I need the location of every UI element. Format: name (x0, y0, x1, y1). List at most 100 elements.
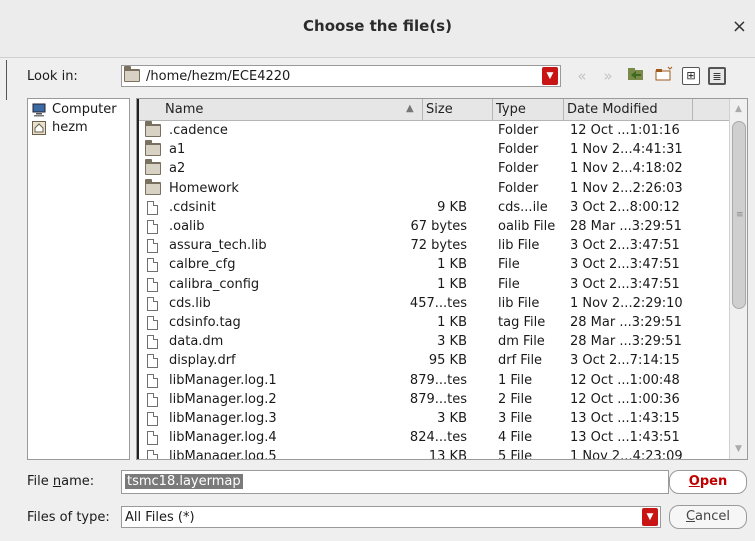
parent-folder-icon[interactable] (626, 66, 646, 86)
file-name-label: File name: (27, 474, 95, 489)
file-name: a1 (169, 142, 186, 158)
file-icon (145, 220, 161, 234)
file-icon (145, 450, 161, 459)
file-row[interactable]: calibra_config 1 KB File 3 Oct 2...3:47:51 (139, 276, 729, 295)
file-type: 3 File (498, 411, 533, 426)
grid-view-icon[interactable]: ⊞ (682, 67, 700, 85)
chevron-down-icon[interactable]: ▼ (542, 67, 558, 85)
file-name: .cdsinit (169, 199, 216, 215)
file-size: 67 bytes (410, 219, 468, 234)
detail-view-icon[interactable]: ≣ (708, 67, 726, 85)
vertical-scrollbar[interactable]: ▲ ≡ ▼ (729, 99, 747, 459)
file-date-modified: 3 Oct 2...3:47:51 (570, 276, 680, 292)
file-row[interactable]: libManager.log.4 824...tes 4 File 13 Oct ..… (139, 429, 729, 448)
places-sidebar: Computer hezm (27, 98, 130, 460)
file-type: 1 File (498, 372, 533, 388)
scroll-down-icon[interactable]: ▼ (732, 444, 745, 454)
file-name: calibra_config (169, 276, 260, 292)
file-date-modified: 28 Mar ...3:29:51 (570, 219, 682, 234)
home-icon (32, 121, 46, 135)
file-icon (145, 392, 161, 407)
file-type: 5 File (498, 449, 533, 460)
file-row[interactable]: cdsinfo.tag 1 KB tag File 28 Mar ...3:29:51 (139, 314, 729, 333)
file-row[interactable]: libManager.log.3 3 KB 3 File 13 Oct ...1:43… (139, 410, 729, 429)
file-icon (145, 258, 161, 273)
column-header: Name ▲ Size Type Date Modified (139, 99, 729, 121)
file-row[interactable]: .cadence Folder 12 Oct ...1:01:16 (139, 121, 729, 141)
file-row[interactable]: .cdsinit 9 KB cds...ile 3 Oct 2...8:00:12 (139, 199, 729, 218)
file-type: Folder (498, 180, 539, 196)
file-type: Folder (498, 161, 539, 177)
file-icon (145, 354, 161, 369)
file-row[interactable]: libManager.log.1 879...tes 1 File 12 Oct ..… (139, 372, 729, 391)
scroll-thumb[interactable]: ≡ (732, 121, 746, 309)
column-size[interactable]: Size (426, 102, 453, 117)
file-row[interactable]: cds.lib 457...tes lib File 1 Nov 2...2:29:1… (139, 295, 729, 314)
file-row[interactable]: Homework Folder 1 Nov 2...2:26:03 (139, 178, 729, 199)
file-type: oalib File (498, 219, 556, 234)
file-size: 1 KB (437, 315, 467, 330)
look-in-combo[interactable]: /home/hezm/ECE4220 ▼ (121, 65, 561, 87)
file-size: 3 KB (437, 411, 467, 426)
files-of-type-combo[interactable]: All Files (*) ▼ (121, 506, 661, 528)
file-type: File (498, 276, 520, 292)
file-type: dm File (498, 334, 545, 350)
column-name[interactable]: Name (165, 102, 203, 117)
file-row[interactable]: libManager.log.5 13 KB 5 File 1 Nov 2...4:2… (139, 448, 729, 460)
place-hezm[interactable]: hezm (32, 120, 128, 138)
file-type: File (498, 257, 520, 273)
file-name: .oalib (169, 219, 205, 234)
back-icon[interactable]: « (572, 66, 592, 86)
file-name-value: tsmc18.layermap (125, 474, 243, 489)
file-row[interactable]: a1 Folder 1 Nov 2...4:41:31 (139, 140, 729, 160)
file-size: 3 KB (437, 334, 467, 350)
file-name: cdsinfo.tag (169, 315, 241, 330)
scroll-up-icon[interactable]: ▲ (732, 104, 745, 114)
file-row[interactable]: display.drf 95 KB drf File 3 Oct 2...7:14:1… (139, 352, 729, 371)
file-icon (145, 316, 161, 330)
file-name: libManager.log.3 (169, 411, 277, 426)
column-divider[interactable] (422, 99, 423, 121)
sort-ascending-icon: ▲ (406, 103, 414, 114)
folder-icon (124, 66, 140, 86)
file-name: .cadence (169, 123, 228, 138)
file-size: 13 KB (428, 449, 467, 460)
column-date-modified[interactable]: Date Modified (567, 102, 658, 117)
file-name: libManager.log.4 (169, 430, 277, 446)
file-row[interactable]: .oalib 67 bytes oalib File 28 Mar ...3:29:5… (139, 218, 729, 237)
place-label: Computer (52, 102, 117, 117)
file-date-modified: 12 Oct ...1:00:48 (570, 372, 680, 388)
window-edge-mark (6, 60, 7, 100)
file-row[interactable]: libManager.log.2 879...tes 2 File 12 Oct ..… (139, 391, 729, 410)
file-name: cds.lib (169, 295, 211, 311)
file-row[interactable]: assura_tech.lib 72 bytes lib File 3 Oct 2..… (139, 237, 729, 256)
file-size: 9 KB (437, 199, 467, 215)
file-icon (145, 335, 161, 350)
file-type: lib File (498, 238, 540, 254)
column-divider[interactable] (563, 99, 564, 121)
forward-icon[interactable]: » (598, 66, 618, 86)
file-date-modified: 3 Oct 2...7:14:15 (570, 353, 680, 369)
column-divider[interactable] (492, 99, 493, 121)
file-date-modified: 1 Nov 2...2:29:10 (570, 295, 683, 311)
cancel-button[interactable]: Cancel (669, 505, 747, 529)
new-folder-icon[interactable] (654, 66, 674, 86)
chevron-down-icon[interactable]: ▼ (642, 508, 658, 526)
file-date-modified: 13 Oct ...1:43:15 (570, 411, 680, 426)
place-computer[interactable]: Computer (32, 102, 128, 120)
file-icon (145, 412, 161, 426)
title-bar: Choose the file(s) × (0, 0, 755, 58)
file-icon (145, 296, 161, 311)
file-date-modified: 3 Oct 2...3:47:51 (570, 238, 680, 254)
open-button[interactable]: Open (669, 470, 747, 494)
file-date-modified: 28 Mar ...3:29:51 (570, 315, 682, 330)
file-row[interactable]: calbre_cfg 1 KB File 3 Oct 2...3:47:51 (139, 256, 729, 275)
file-row[interactable]: data.dm 3 KB dm File 28 Mar ...3:29:51 (139, 333, 729, 352)
column-type[interactable]: Type (496, 102, 526, 117)
column-divider[interactable] (692, 99, 693, 121)
file-date-modified: 12 Oct ...1:01:16 (570, 123, 680, 138)
file-row[interactable]: a2 Folder 1 Nov 2...4:18:02 (139, 159, 729, 179)
file-name-input[interactable]: tsmc18.layermap (121, 470, 669, 494)
close-icon[interactable]: × (732, 16, 747, 37)
file-date-modified: 3 Oct 2...3:47:51 (570, 257, 680, 273)
